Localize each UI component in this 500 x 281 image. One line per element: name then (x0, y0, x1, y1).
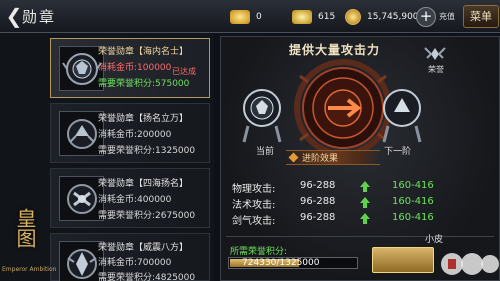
ingot-counter: 0 (230, 7, 262, 27)
bound-ingot-icon (292, 10, 312, 24)
menu-button[interactable]: 菜单 (463, 5, 499, 28)
logo-glyph: 皇图 (13, 208, 37, 248)
medal-honor-required: 需要荣誉积分:4825000 (98, 273, 196, 281)
stat-next-value: 160-416 (392, 196, 434, 207)
stat-current-value: 96-288 (300, 196, 336, 207)
medal-name: 荣誉勋章【扬名立万】 (98, 114, 189, 124)
medal-badge-icon (67, 119, 97, 149)
recharge-plus-button[interactable]: + (416, 7, 436, 27)
required-honor-label: 所需荣誉积分: (230, 247, 288, 257)
next-tier-label: 下一阶 (384, 147, 412, 157)
stat-label: 物理攻击: (232, 184, 276, 195)
page-title: 勋章 (22, 8, 57, 26)
honor-progress-text: 724330/1325000 (242, 258, 320, 268)
stat-current-value: 96-288 (300, 212, 336, 223)
bound-ingot-value: 615 (318, 12, 336, 22)
medal-badge-icon (62, 53, 102, 85)
watermark-logo-icon (441, 253, 499, 275)
game-logo: 皇图 Emperor Ambition (0, 200, 56, 281)
medal-name: 荣誉勋章【威震八方】 (98, 243, 189, 253)
medal-cost: 消耗金币:200000 (98, 130, 172, 140)
logo-subtitle: Emperor Ambition (2, 266, 57, 273)
promote-button[interactable] (372, 247, 434, 273)
current-tier-label: 当前 (256, 147, 275, 157)
achieved-tag: 已达成 (172, 67, 196, 76)
watermark-text: 小皮 (425, 235, 444, 245)
medal-name: 荣誉勋章【四海扬名】 (98, 179, 189, 189)
up-arrow-icon (360, 181, 370, 192)
stat-current-value: 96-288 (300, 180, 336, 191)
stat-next-value: 160-416 (392, 180, 434, 191)
recharge-label[interactable]: 充值 (439, 11, 455, 22)
medal-name: 荣誉勋章【海内名士】 (98, 47, 189, 57)
gold-ingot-icon (230, 10, 250, 24)
stat-label: 剑气攻击: (232, 216, 276, 227)
medal-honor-required: 需要荣誉积分:2675000 (98, 211, 196, 221)
top-bar: ❮ 勋章 0 615 15,745,900 + 充值 菜单 (0, 0, 500, 33)
gold-coin-icon (345, 9, 361, 25)
divider (226, 236, 494, 237)
advance-effect-label: 进阶效果 (302, 154, 339, 164)
medal-cost: 消耗金币:700000 (98, 258, 172, 268)
stat-next-value: 160-416 (392, 212, 434, 223)
medal-honor-required: 需要荣誉积分:575000 (98, 79, 190, 89)
panel-title: 提供大量攻击力 (289, 43, 381, 57)
gold-counter: 15,745,900 (345, 7, 419, 27)
stat-label: 法术攻击: (232, 200, 276, 211)
medal-badge-icon (67, 249, 97, 279)
medal-badge-icon (67, 184, 97, 214)
current-medal-icon (242, 89, 282, 143)
bound-ingot-counter: 615 (292, 7, 335, 27)
medal-cost: 消耗金币:400000 (98, 195, 172, 205)
up-arrow-icon (360, 197, 370, 208)
next-medal-icon (382, 89, 422, 143)
medal-cost: 消耗金币:100000 (98, 63, 172, 73)
honor-wings-icon[interactable] (424, 44, 446, 64)
gold-value: 15,745,900 (367, 12, 419, 22)
up-arrow-icon (360, 213, 370, 224)
honor-label[interactable]: 荣誉 (428, 64, 444, 75)
ingot-value: 0 (256, 12, 262, 22)
medal-honor-required: 需要荣誉积分:1325000 (98, 146, 196, 156)
